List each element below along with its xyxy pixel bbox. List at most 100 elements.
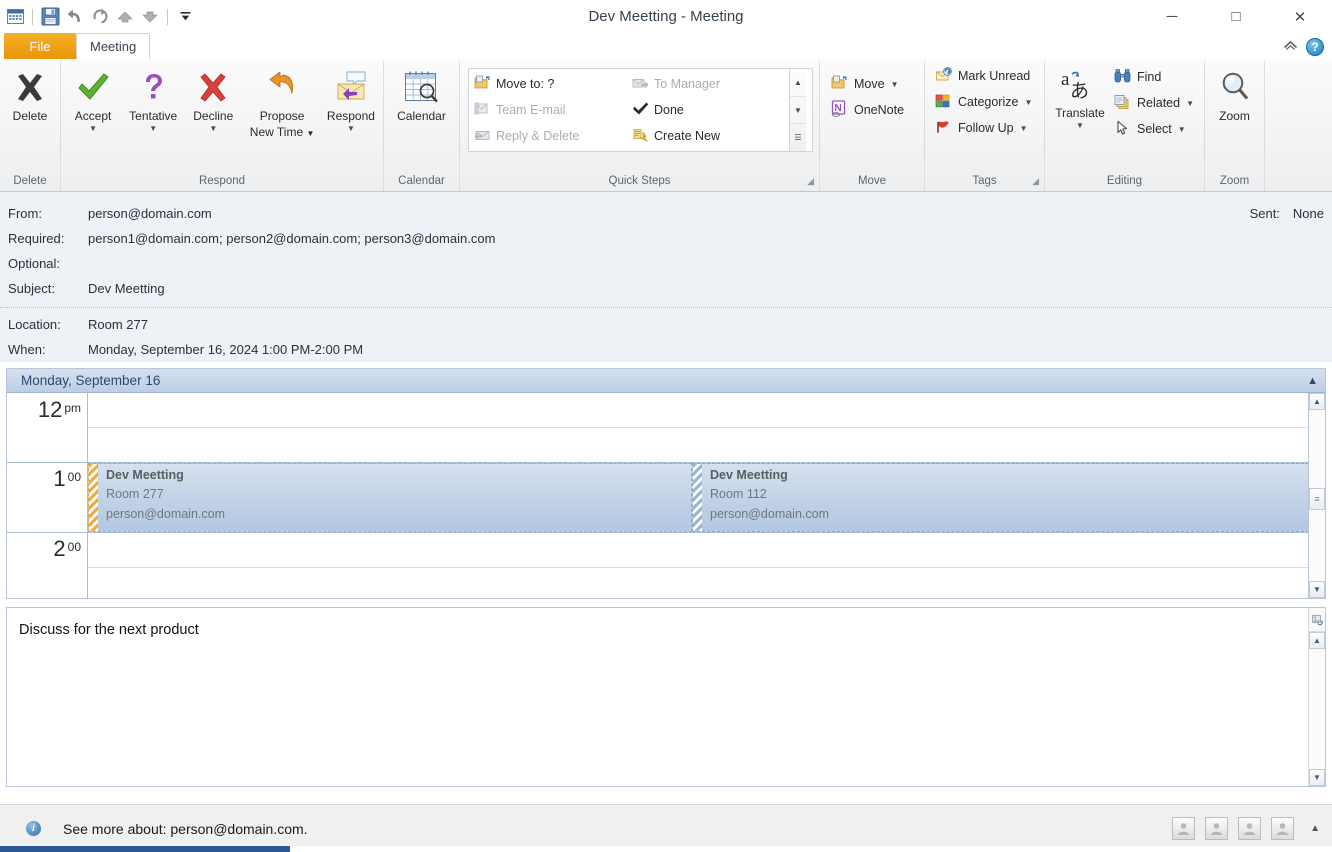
quick-step-to-manager[interactable]: To Manager <box>629 71 787 97</box>
categorize-button[interactable]: Categorize ▼ <box>932 89 1038 115</box>
calendar-grid[interactable]: Dev Meetting Room 277 person@domain.com … <box>88 393 1308 598</box>
redo-icon[interactable] <box>89 6 111 28</box>
calendar-scroll-up-button[interactable]: ▲ <box>1309 393 1325 410</box>
respond-button[interactable]: Respond ▼ <box>321 66 381 133</box>
delete-button-label: Delete <box>13 109 48 123</box>
next-item-icon[interactable] <box>139 6 161 28</box>
qat-divider-2 <box>167 9 168 25</box>
location-row: Location: Room 277 <box>0 312 1332 337</box>
chevron-up-icon[interactable] <box>1283 40 1298 54</box>
when-value[interactable]: Monday, September 16, 2024 1:00 PM-2:00 … <box>88 342 363 357</box>
sent-info: Sent: None <box>1250 201 1324 226</box>
window-controls[interactable]: ─ □ ✕ <box>1140 0 1332 33</box>
save-icon[interactable] <box>39 6 61 28</box>
appointment-block-2[interactable]: Dev Meetting Room 112 person@domain.com <box>692 463 1309 532</box>
calendar-button[interactable]: Calendar <box>386 66 457 123</box>
status-expand-icon[interactable]: ▲ <box>1310 823 1320 834</box>
translate-caret-icon[interactable]: ▼ <box>1076 121 1084 130</box>
appointment-block-1[interactable]: Dev Meetting Room 277 person@domain.com <box>88 463 692 532</box>
categorize-caret-icon[interactable]: ▼ <box>1024 98 1032 107</box>
subject-value[interactable]: Dev Meetting <box>88 281 165 296</box>
respond-button-label: Respond <box>327 109 375 123</box>
quick-steps-gallery[interactable]: Move to: ? Team E-mail <box>468 68 813 152</box>
calendar-scroll-down-button[interactable]: ▼ <box>1309 581 1325 598</box>
close-button[interactable]: ✕ <box>1268 0 1332 33</box>
calendar-scroll-thumb[interactable]: ≡ <box>1309 488 1325 510</box>
calendar-collapse-icon[interactable]: ▲ <box>1307 375 1318 387</box>
tags-dialog-launcher[interactable]: ◢ <box>1032 173 1039 189</box>
help-button[interactable]: ? <box>1306 38 1324 56</box>
calendar-scrollbar[interactable]: ▲ ≡ ▼ <box>1308 393 1325 598</box>
status-bar-text[interactable]: See more about: person@domain.com. <box>63 821 308 837</box>
meeting-notes-body[interactable]: Discuss for the next product <box>7 608 1308 786</box>
undo-icon[interactable] <box>64 6 86 28</box>
quick-step-team-email[interactable]: Team E-mail <box>471 97 629 123</box>
quick-access-toolbar[interactable] <box>0 0 196 33</box>
tentative-button[interactable]: Tentative ▼ <box>123 66 183 133</box>
avatar[interactable] <box>1172 817 1195 840</box>
categorize-button-label: Categorize <box>958 95 1018 109</box>
related-caret-icon[interactable]: ▼ <box>1186 99 1194 108</box>
onenote-button[interactable]: N OneNote <box>828 97 910 123</box>
onenote-button-label: OneNote <box>854 103 904 117</box>
notes-scroll-up-button[interactable]: ▲ <box>1309 632 1325 649</box>
ribbon-group-respond-label: Respond <box>63 173 381 191</box>
select-button[interactable]: Select ▼ <box>1111 116 1200 142</box>
select-caret-icon[interactable]: ▼ <box>1178 125 1186 134</box>
onenote-icon: N <box>831 100 849 120</box>
tab-meeting[interactable]: Meeting <box>76 33 150 59</box>
zoom-button[interactable]: Zoom <box>1207 66 1262 123</box>
maximize-button[interactable]: □ <box>1204 0 1268 33</box>
calendar-time-gutter: 12pm 100 200 <box>7 393 88 598</box>
window-title: Dev Meetting - Meeting <box>0 0 1332 33</box>
avatar[interactable] <box>1205 817 1228 840</box>
follow-up-caret-icon[interactable]: ▼ <box>1020 124 1028 133</box>
respond-caret-icon[interactable]: ▼ <box>347 124 355 133</box>
ribbon-group-zoom-label: Zoom <box>1207 173 1262 191</box>
notes-scroll-down-button[interactable]: ▼ <box>1309 769 1325 786</box>
follow-up-button[interactable]: Follow Up ▼ <box>932 115 1034 141</box>
mark-unread-button[interactable]: Mark Unread <box>932 63 1036 89</box>
location-value[interactable]: Room 277 <box>88 317 148 332</box>
related-button[interactable]: Related ▼ <box>1111 90 1200 116</box>
quick-step-create-new[interactable]: Create New <box>629 123 787 149</box>
avatar[interactable] <box>1271 817 1294 840</box>
avatar[interactable] <box>1238 817 1261 840</box>
notes-scroll-track[interactable] <box>1309 649 1325 769</box>
tab-file[interactable]: File <box>4 33 76 59</box>
tentative-caret-icon[interactable]: ▼ <box>149 124 157 133</box>
propose-new-time-button[interactable]: Propose New Time ▼ <box>243 66 321 141</box>
calendar-icon[interactable] <box>4 6 26 28</box>
required-value[interactable]: person1@domain.com; person2@domain.com; … <box>88 231 495 246</box>
previous-item-icon[interactable] <box>114 6 136 28</box>
quick-steps-scroll-down[interactable]: ▼ <box>790 97 806 125</box>
tentative-question-icon <box>136 69 170 107</box>
delete-button[interactable]: Delete <box>2 66 58 123</box>
quick-steps-scrollbar[interactable]: ▲ ▼ ☰ <box>789 69 806 151</box>
quick-step-reply-delete[interactable]: Reply & Delete <box>471 123 629 149</box>
translate-button[interactable]: a あ Translate ▼ <box>1049 63 1111 130</box>
accept-caret-icon[interactable]: ▼ <box>89 124 97 133</box>
minimize-button[interactable]: ─ <box>1140 0 1204 33</box>
accept-button[interactable]: Accept ▼ <box>63 66 123 133</box>
paperclip-photo-icon[interactable] <box>1309 608 1325 632</box>
find-button[interactable]: Find <box>1111 64 1200 90</box>
calendar-day-header[interactable]: Monday, September 16 ▲ <box>7 369 1325 393</box>
when-row: When: Monday, September 16, 2024 1:00 PM… <box>0 337 1332 362</box>
quick-steps-dialog-launcher[interactable]: ◢ <box>807 173 814 189</box>
select-pointer-icon <box>1114 120 1132 139</box>
move-caret-icon[interactable]: ▼ <box>891 80 899 89</box>
decline-button[interactable]: Decline ▼ <box>183 66 243 133</box>
notes-scrollbar[interactable]: ▲ ▼ <box>1308 608 1325 786</box>
quick-step-done[interactable]: Done <box>629 97 787 123</box>
quick-step-move-to[interactable]: Move to: ? <box>471 71 629 97</box>
quick-step-reply-delete-label: Reply & Delete <box>496 129 579 143</box>
quick-steps-scroll-up[interactable]: ▲ <box>790 69 806 97</box>
customize-qat-icon[interactable] <box>174 6 196 28</box>
decline-caret-icon[interactable]: ▼ <box>209 124 217 133</box>
move-button[interactable]: Move ▼ <box>828 71 905 97</box>
calendar-scroll-track[interactable]: ≡ <box>1309 410 1325 581</box>
ribbon-group-delete-label: Delete <box>2 173 58 191</box>
quick-steps-more[interactable]: ☰ <box>790 124 806 151</box>
from-value[interactable]: person@domain.com <box>88 206 212 221</box>
